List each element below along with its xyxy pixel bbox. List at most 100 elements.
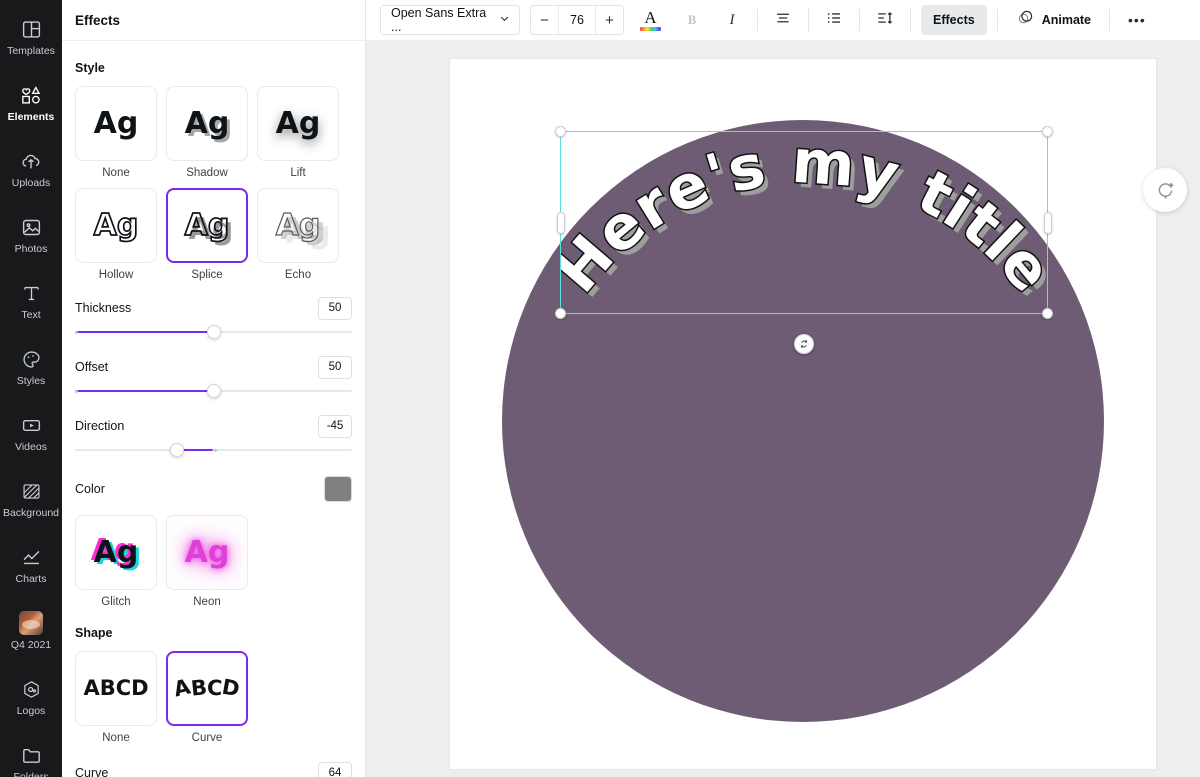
- sidebar-label: Videos: [15, 442, 47, 453]
- resize-handle-right[interactable]: [1044, 212, 1052, 234]
- style-options-row-2: Ag Hollow Ag Splice Ag Echo: [75, 188, 352, 281]
- style-preview-none[interactable]: Ag: [75, 86, 157, 161]
- sample-glyph: Ag: [94, 538, 139, 568]
- sample-glyph: Ag: [276, 211, 321, 241]
- style-option-lift[interactable]: Ag Lift: [257, 86, 339, 179]
- style-option-splice[interactable]: Ag Splice: [166, 188, 248, 281]
- design-page[interactable]: Here's my title Here's my title: [450, 59, 1156, 769]
- font-family-select[interactable]: Open Sans Extra ...: [380, 5, 520, 35]
- text-align-button[interactable]: [768, 5, 798, 35]
- style-label: Neon: [166, 596, 248, 608]
- add-page-icon: [1155, 180, 1176, 201]
- sidebar-item-q4-2021[interactable]: Q4 2021: [0, 598, 62, 664]
- style-preview-echo[interactable]: Ag: [257, 188, 339, 263]
- bold-button[interactable]: B: [677, 5, 707, 35]
- shape-option-none[interactable]: ABCD None: [75, 651, 157, 744]
- sidebar-item-folders[interactable]: Folders: [0, 730, 62, 777]
- thickness-slider-knob[interactable]: [207, 325, 221, 339]
- sidebar-label: Styles: [17, 376, 46, 387]
- shape-option-curve[interactable]: ABCD Curve: [166, 651, 248, 744]
- shape-sample-none: ABCD: [83, 678, 148, 699]
- sidebar-item-templates[interactable]: Templates: [0, 4, 62, 70]
- sidebar-label: Templates: [7, 46, 55, 57]
- shape-preview-curve[interactable]: ABCD: [166, 651, 248, 726]
- resize-handle-top-left[interactable]: [555, 126, 566, 137]
- toolbar-divider: [910, 9, 911, 31]
- sidebar-item-uploads[interactable]: Uploads: [0, 136, 62, 202]
- style-option-hollow[interactable]: Ag Hollow: [75, 188, 157, 281]
- sidebar-item-background[interactable]: Background: [0, 466, 62, 532]
- offset-slider-track[interactable]: [75, 383, 352, 399]
- style-preview-shadow[interactable]: Ag: [166, 86, 248, 161]
- direction-value-input[interactable]: -45: [318, 415, 352, 438]
- sample-glyph: Ag: [276, 109, 321, 139]
- animate-button[interactable]: Animate: [1008, 5, 1099, 35]
- sidebar-item-logos[interactable]: Logos: [0, 664, 62, 730]
- slider-fill: [75, 331, 214, 333]
- style-options-row-3: Ag Glitch Ag Neon: [75, 515, 352, 608]
- toolbar-divider: [997, 9, 998, 31]
- style-option-shadow[interactable]: Ag Shadow: [166, 86, 248, 179]
- editor-root: Templates Elements Uploads: [0, 0, 1200, 777]
- shape-label: None: [75, 732, 157, 744]
- style-preview-neon[interactable]: Ag: [166, 515, 248, 590]
- offset-value-input[interactable]: 50: [318, 356, 352, 379]
- thickness-value-input[interactable]: 50: [318, 297, 352, 320]
- animate-icon: [1016, 8, 1035, 32]
- videos-icon: [19, 413, 43, 437]
- sidebar-item-videos[interactable]: Videos: [0, 400, 62, 466]
- chevron-down-icon: [498, 12, 511, 28]
- selection-frame: [560, 131, 1048, 314]
- bold-label: B: [688, 13, 696, 28]
- effects-panel-header: Effects: [62, 0, 365, 41]
- sample-glyph: Ag: [185, 109, 230, 139]
- curve-value-input[interactable]: 64: [318, 762, 352, 777]
- direction-slider-track[interactable]: [75, 442, 352, 458]
- font-size-group: − 76 +: [530, 5, 624, 35]
- editor-main: Open Sans Extra ... − 76 + A B I: [366, 0, 1200, 777]
- resize-handle-top-right[interactable]: [1042, 126, 1053, 137]
- line-spacing-button[interactable]: [870, 5, 900, 35]
- offset-slider-knob[interactable]: [207, 384, 221, 398]
- color-swatch-button[interactable]: [324, 476, 352, 502]
- style-option-neon[interactable]: Ag Neon: [166, 515, 248, 608]
- more-options-button[interactable]: •••: [1120, 5, 1154, 35]
- shape-preview-none[interactable]: ABCD: [75, 651, 157, 726]
- photos-icon: [19, 215, 43, 239]
- rotate-handle[interactable]: [794, 334, 814, 354]
- style-preview-lift[interactable]: Ag: [257, 86, 339, 161]
- sidebar-item-text[interactable]: Text: [0, 268, 62, 334]
- resize-handle-bottom-right[interactable]: [1042, 308, 1053, 319]
- resize-handle-bottom-left[interactable]: [555, 308, 566, 319]
- sidebar-item-elements[interactable]: Elements: [0, 70, 62, 136]
- style-preview-glitch[interactable]: Ag: [75, 515, 157, 590]
- sidebar-item-styles[interactable]: Styles: [0, 334, 62, 400]
- style-label: None: [75, 167, 157, 179]
- style-preview-splice[interactable]: Ag: [166, 188, 248, 263]
- style-option-glitch[interactable]: Ag Glitch: [75, 515, 157, 608]
- style-label: Splice: [166, 269, 248, 281]
- bullet-list-button[interactable]: [819, 5, 849, 35]
- panel-title: Effects: [75, 13, 120, 28]
- curve-slider-row: Curve 64: [75, 760, 352, 777]
- sidebar-item-charts[interactable]: Charts: [0, 532, 62, 598]
- add-page-button[interactable]: [1143, 168, 1187, 212]
- text-color-button[interactable]: A: [634, 5, 667, 35]
- style-option-echo[interactable]: Ag Echo: [257, 188, 339, 281]
- sidebar-label: Photos: [15, 244, 48, 255]
- style-option-none[interactable]: Ag None: [75, 86, 157, 179]
- style-preview-hollow[interactable]: Ag: [75, 188, 157, 263]
- thickness-slider-track[interactable]: [75, 324, 352, 340]
- font-size-decrease-button[interactable]: −: [531, 6, 558, 34]
- resize-handle-left[interactable]: [557, 212, 565, 234]
- font-size-increase-button[interactable]: +: [596, 6, 623, 34]
- direction-slider-knob[interactable]: [170, 443, 184, 457]
- slider-origin-dot: [214, 449, 217, 452]
- style-label: Echo: [257, 269, 339, 281]
- font-size-input[interactable]: 76: [558, 6, 596, 34]
- sidebar-item-photos[interactable]: Photos: [0, 202, 62, 268]
- effects-button[interactable]: Effects: [921, 5, 987, 35]
- sidebar-label: Text: [21, 310, 40, 321]
- folders-icon: [19, 743, 43, 767]
- italic-button[interactable]: I: [717, 5, 747, 35]
